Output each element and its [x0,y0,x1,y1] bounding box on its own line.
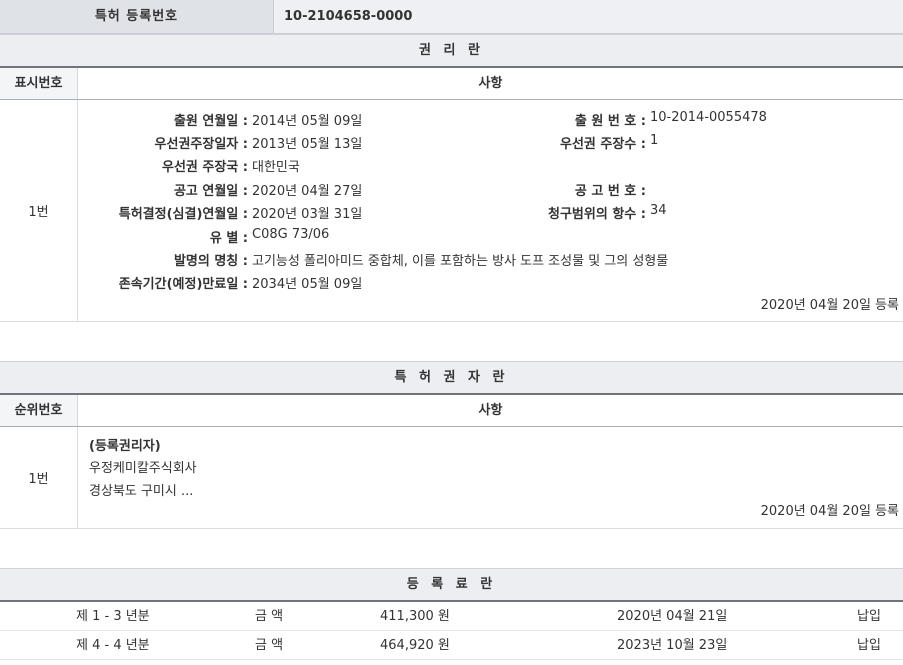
rights-column-header: 표시번호 사항 [0,68,903,100]
expiry-date-label: 존속기간(예정)만료일 : [118,277,248,292]
priority-date-value: 2013년 05월 13일 [252,137,363,152]
filing-number-label: 출 원 번 호 : [574,114,646,129]
owners-registration-date: 2020년 04월 20일 등록 [760,504,899,519]
fee-row: 제 1 - 3 년분 금 액 411,300 원 2020년 04월 21일 납… [0,602,903,631]
priority-count-value: 1 [650,133,659,148]
invention-title-label: 발명의 명칭 : [173,254,248,269]
owner-address: 경상북도 구미시 ... [89,484,194,499]
rights-row-number: 1번 [0,100,78,321]
fee-payment-date: 2023년 10월 23일 [617,638,728,653]
patent-number-bar: 특허 등록번호 10-2104658-0000 [0,0,903,34]
owners-row: 1번 (등록권리자) 우정케미칼주식회사 경상북도 구미시 ... 2020년 … [0,427,903,529]
owner-role: (등록권리자) [89,439,161,454]
claims-count-value: 34 [650,203,667,218]
fee-payment-date: 2020년 04월 21일 [617,609,728,624]
claims-count-label: 청구범위의 항수 : [548,207,646,222]
owners-col-item: 사항 [478,403,503,418]
rights-registration-date: 2020년 04월 20일 등록 [760,298,899,313]
rights-col-number: 표시번호 [0,68,78,99]
fee-amount: 411,300 원 [380,609,450,624]
priority-country-label: 우선권 주장국 : [161,160,248,175]
fee-amount-label: 금 액 [255,638,284,653]
owners-col-number: 순위번호 [0,395,78,426]
fee-period: 제 1 - 3 년분 [76,609,150,624]
owners-section-title: 특 허 권 자 란 [0,361,903,395]
fees-section-title: 등 록 료 란 [0,568,903,602]
rights-col-item: 사항 [478,76,503,91]
classification-value: C08G 73/06 [252,227,330,242]
fee-period: 제 4 - 4 년분 [76,638,150,653]
filing-number-value: 10-2014-0055478 [650,110,767,125]
fee-status: 납입 [857,609,881,624]
owners-column-header: 순위번호 사항 [0,395,903,427]
invention-title-value: 고기능성 폴리아미드 중합체, 이를 포함하는 방사 도프 조성물 및 그의 성… [252,254,669,269]
publication-date-value: 2020년 04월 27일 [252,184,363,199]
patent-number-label: 특허 등록번호 [0,0,274,33]
priority-count-label: 우선권 주장수 : [559,137,646,152]
rights-row: 1번 출원 연월일 : 2014년 05월 09일 출 원 번 호 : 10-2… [0,100,903,322]
fee-row: 제 4 - 4 년분 금 액 464,920 원 2023년 10월 23일 납… [0,631,903,660]
fee-status: 납입 [857,638,881,653]
publication-date-label: 공고 연월일 : [173,184,248,199]
decision-date-value: 2020년 03월 31일 [252,207,363,222]
expiry-date-value: 2034년 05월 09일 [252,277,363,292]
owner-name: 우정케미칼주식회사 [89,461,197,476]
owners-row-number: 1번 [0,427,78,528]
filing-date-label: 출원 연월일 : [173,114,248,129]
decision-date-label: 특허결정(심결)연월일 : [118,207,248,222]
priority-country-value: 대한민국 [252,160,300,175]
rights-section-title: 권 리 란 [0,34,903,68]
patent-number-value: 10-2104658-0000 [284,9,413,24]
classification-label: 유 별 : [209,231,248,246]
publication-number-label: 공 고 번 호 : [574,184,646,199]
priority-date-label: 우선권주장일자 : [154,137,248,152]
filing-date-value: 2014년 05월 09일 [252,114,363,129]
fee-amount-label: 금 액 [255,609,284,624]
fee-amount: 464,920 원 [380,638,450,653]
